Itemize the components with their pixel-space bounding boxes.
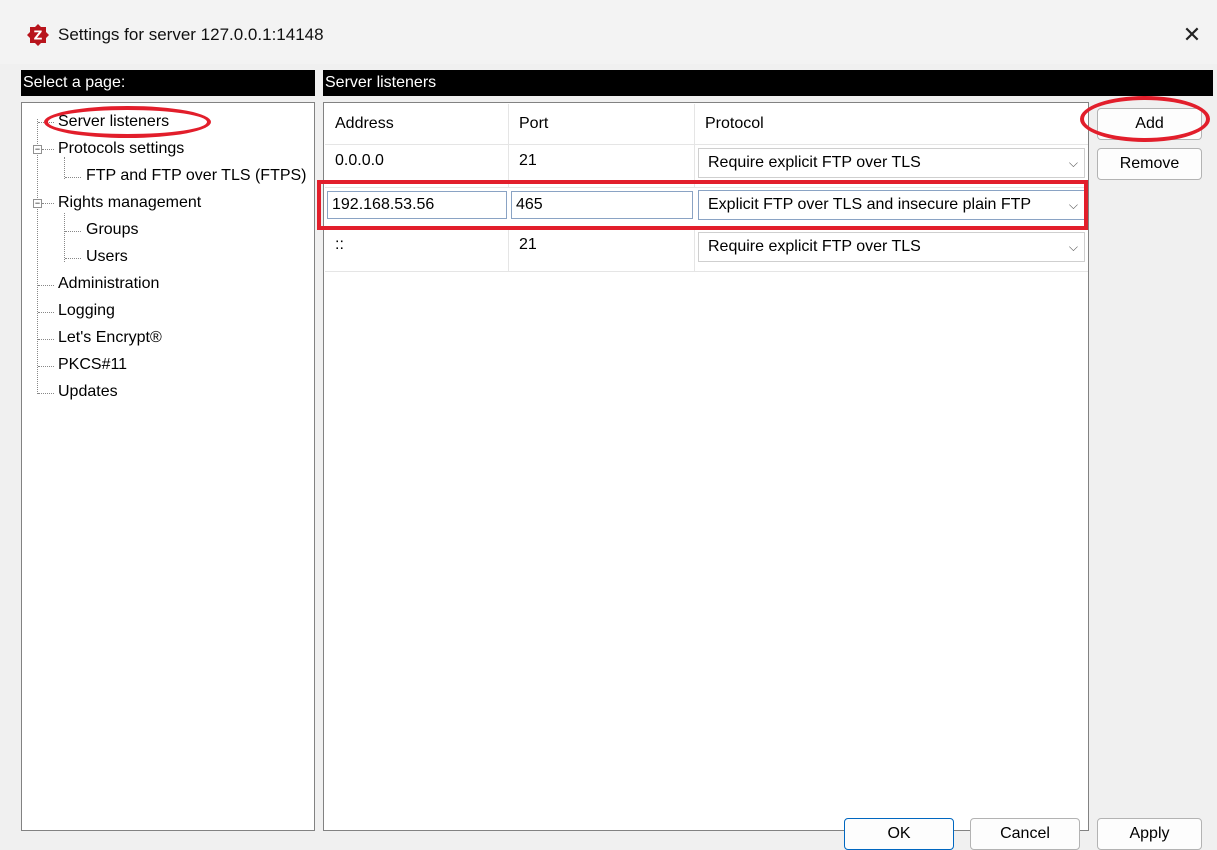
tree-item-users[interactable]: Users: [86, 247, 128, 267]
tree-item-protocols-settings[interactable]: Protocols settings: [58, 139, 184, 159]
tree-item-label: Rights management: [58, 194, 202, 211]
tree-item-label: Let's Encrypt®: [58, 329, 162, 346]
protocol-select[interactable]: Require explicit FTP over TLS ⌵: [698, 148, 1085, 178]
tree-connector: [64, 213, 65, 262]
address-cell[interactable]: ::: [325, 229, 509, 271]
column-header-address[interactable]: Address: [325, 104, 509, 144]
address-input[interactable]: 192.168.53.56: [327, 191, 507, 219]
add-button[interactable]: Add: [1097, 108, 1202, 140]
column-header-protocol[interactable]: Protocol: [695, 104, 1088, 144]
chevron-down-icon: ⌵: [1068, 156, 1078, 170]
ok-button[interactable]: OK: [844, 818, 954, 850]
tree-item-label: Logging: [58, 302, 115, 319]
tree-item-label: Users: [86, 248, 128, 265]
port-cell[interactable]: 21: [509, 229, 695, 271]
table-row[interactable]: :: 21 Require explicit FTP over TLS ⌵: [325, 229, 1088, 272]
tree-item-logging[interactable]: Logging: [58, 301, 115, 321]
close-icon: ✕: [1182, 22, 1202, 47]
port-input[interactable]: 465: [511, 191, 693, 219]
listeners-grid: Address Port Protocol 0.0.0.0 21 Require…: [323, 102, 1089, 831]
column-header-port[interactable]: Port: [509, 104, 695, 144]
table-row[interactable]: 0.0.0.0 21 Require explicit FTP over TLS…: [325, 145, 1088, 188]
grid-header: Address Port Protocol: [325, 104, 1088, 145]
tree-item-rights-management[interactable]: Rights management: [58, 193, 201, 213]
collapse-expander-icon[interactable]: −: [33, 145, 42, 154]
protocol-select[interactable]: Require explicit FTP over TLS ⌵: [698, 232, 1085, 262]
apply-button[interactable]: Apply: [1097, 818, 1202, 850]
tree-item-ftp-and-ftps[interactable]: FTP and FTP over TLS (FTPS): [86, 166, 307, 186]
tree-item-administration[interactable]: Administration: [58, 274, 159, 294]
tree-connector: [64, 157, 65, 179]
collapse-expander-icon[interactable]: −: [33, 199, 42, 208]
tree-item-label: FTP and FTP over TLS (FTPS): [86, 167, 307, 184]
chevron-down-icon: ⌵: [1068, 198, 1078, 212]
page-tree: Server listeners − Protocols settings FT…: [21, 102, 315, 831]
tree-item-lets-encrypt[interactable]: Let's Encrypt®: [58, 328, 162, 348]
section-header: Server listeners: [323, 70, 1213, 96]
port-cell[interactable]: 21: [509, 145, 695, 187]
tree-item-label: Updates: [58, 383, 118, 400]
tree-item-pkcs11[interactable]: PKCS#11: [58, 355, 127, 375]
svg-text:Z: Z: [34, 29, 43, 43]
tree-item-server-listeners[interactable]: Server listeners: [58, 112, 169, 132]
window-title: Settings for server 127.0.0.1:14148: [58, 25, 324, 44]
protocol-value: Require explicit FTP over TLS: [708, 238, 921, 255]
title-bar: Z Settings for server 127.0.0.1:14148 ✕: [0, 0, 1217, 64]
protocol-value: Require explicit FTP over TLS: [708, 154, 921, 171]
tree-item-label: Administration: [58, 275, 160, 292]
protocol-value: Explicit FTP over TLS and insecure plain…: [708, 196, 1032, 213]
tree-item-label: PKCS#11: [58, 356, 128, 373]
table-row[interactable]: 192.168.53.56 465 Explicit FTP over TLS …: [325, 187, 1088, 230]
tree-item-label: Protocols settings: [58, 140, 185, 157]
filezilla-server-icon: Z: [27, 24, 49, 46]
page-list-header: Select a page:: [21, 70, 315, 96]
close-button[interactable]: ✕: [1167, 10, 1217, 60]
tree-item-updates[interactable]: Updates: [58, 382, 118, 402]
tree-item-label: Groups: [86, 221, 139, 238]
tree-item-label: Server listeners: [58, 113, 170, 130]
tree-connector: [37, 119, 38, 394]
tree-item-groups[interactable]: Groups: [86, 220, 138, 240]
remove-button[interactable]: Remove: [1097, 148, 1202, 180]
chevron-down-icon: ⌵: [1068, 240, 1078, 254]
address-cell[interactable]: 0.0.0.0: [325, 145, 509, 187]
cancel-button[interactable]: Cancel: [970, 818, 1080, 850]
protocol-select[interactable]: Explicit FTP over TLS and insecure plain…: [698, 190, 1085, 220]
